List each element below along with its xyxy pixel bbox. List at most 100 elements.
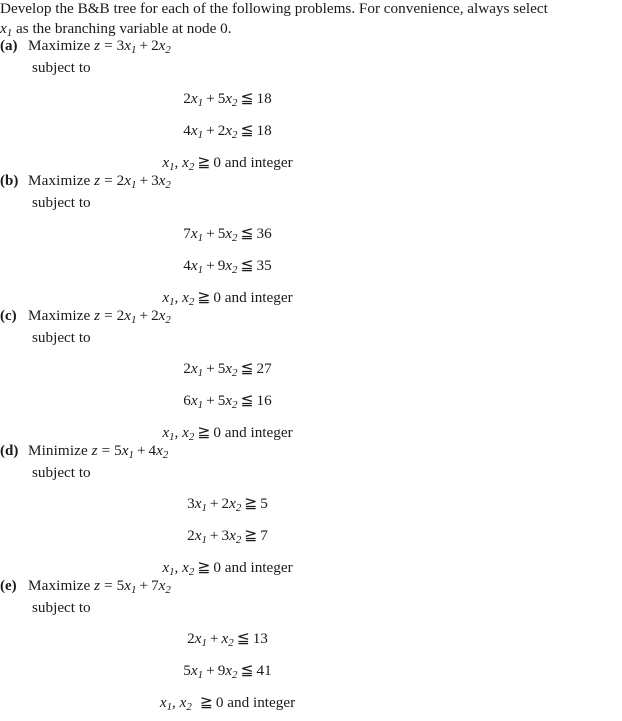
nonneg-variable-2-symbol: x — [182, 289, 189, 307]
objective-verb: Maximize — [28, 577, 91, 594]
term-2-variable: x2 — [159, 307, 171, 327]
objective-plus: + — [136, 442, 146, 459]
term-1-coefficient: 7 — [183, 225, 191, 242]
objective-verb: Maximize — [28, 172, 91, 189]
constraint-relation: ≦ — [240, 90, 254, 107]
term-1-coefficient: 4 — [183, 257, 191, 275]
term-1-variable: x1 — [191, 122, 203, 141]
term-2: 5x2 — [218, 90, 238, 109]
subject-to-label: subject to — [32, 599, 91, 616]
term-2: x2 — [221, 630, 234, 650]
term-1: 5x1 — [183, 662, 203, 681]
term-1-coefficient: 6 — [183, 392, 191, 410]
objective-plus: + — [139, 307, 149, 324]
term-1: 2x1 — [183, 360, 203, 379]
term-2-variable-subscript: 2 — [232, 129, 238, 142]
term-1-variable-symbol: x — [190, 257, 198, 275]
term-2: 2x2 — [151, 307, 171, 327]
nonneg-relation: ≧ — [197, 559, 211, 577]
term-2-variable: x2 — [159, 577, 171, 597]
objective-row: (d) Minimize z = 5x1 +4x2 — [0, 441, 168, 465]
term-2-coefficient: 2 — [221, 495, 230, 512]
intro-variable-x: x — [0, 19, 7, 37]
nonneg-variable-2: x2 — [179, 694, 192, 713]
objective-equals: = — [104, 577, 113, 594]
nonneg-rhs: 0 and integer — [213, 559, 293, 577]
constraint-block: 7x1 +5x2 ≦ 36 4x1 +9x2 ≦ 35 x1, x2 ≧ 0 and integer — [0, 220, 455, 316]
nonneg-comma: , — [174, 154, 183, 172]
intro-line-2-rest: as the branching variable at node 0. — [12, 19, 232, 37]
constraint-line-1: 2x1 +5x2 ≦ 18 — [0, 85, 455, 117]
term-2-variable: x2 — [225, 90, 237, 109]
term-1: 3x1 — [117, 37, 137, 56]
term-2-variable: x2 — [225, 257, 238, 277]
term-2-variable-subscript: 2 — [232, 264, 238, 277]
constraint-plus: + — [206, 122, 215, 140]
term-2-coefficient: 2 — [151, 307, 159, 324]
term-1: 4x1 — [183, 122, 203, 141]
objective-row: (a) Maximize z = 3x1 +2x2 — [0, 36, 171, 60]
term-1-variable: x1 — [122, 442, 134, 461]
problem-label: (e) — [0, 578, 17, 594]
subject-to-label: subject to — [32, 464, 91, 481]
problem-a: (a) Maximize z = 3x1 +2x2 subject to 2x1 +5x2 ≦ 1… — [0, 36, 622, 173]
nonneg-variable-1: x1 — [162, 289, 174, 308]
constraint-block: 2x1 +5x2 ≦ 27 6x1 +5x2 ≦ 16 x1, x2 ≧ 0 and integer — [0, 355, 455, 451]
term-2-variable-subscript: 2 — [165, 314, 171, 327]
nonneg-variable-2: x2 — [182, 424, 194, 443]
nonneg-variable-1-symbol: x — [159, 694, 167, 712]
term-2-variable-subscript: 2 — [228, 637, 234, 650]
term-1-variable: x1 — [190, 257, 203, 276]
term-2: 9x2 — [218, 257, 238, 277]
term-2-variable-symbol: x — [229, 495, 236, 512]
constraint-rhs: 7 — [260, 527, 268, 545]
term-2-variable-subscript: 2 — [165, 584, 171, 597]
term-1-coefficient: 2 — [187, 630, 195, 647]
constraint-rhs: 16 — [256, 392, 272, 410]
term-1-variable: x1 — [195, 495, 207, 514]
term-2-variable-symbol: x — [156, 442, 163, 459]
term-2-variable-subscript: 2 — [165, 179, 171, 192]
term-2-coefficient: 2 — [151, 37, 159, 54]
objective-plus: + — [139, 172, 149, 189]
term-2: 5x2 — [218, 225, 238, 244]
objective-equals: = — [104, 37, 113, 54]
term-2-variable: x2 — [159, 37, 171, 57]
nonneg-variable-2-symbol: x — [179, 694, 187, 712]
constraint-plus: + — [206, 360, 215, 377]
term-1-variable-symbol: x — [190, 662, 198, 680]
nonneg-rhs: 0 and integer — [213, 289, 293, 307]
problem-label: (d) — [0, 443, 19, 459]
constraint-rhs: 13 — [252, 630, 268, 647]
term-2: 5x2 — [218, 392, 238, 411]
constraint-line-1: 3x1 +2x2 ≧ 5 — [0, 490, 455, 522]
constraint-line-2: 4x1 +2x2 ≦ 18 — [0, 117, 455, 149]
constraint-plus: + — [206, 662, 215, 680]
nonneg-variable-1: x1 — [162, 559, 174, 578]
nonneg-variable-2: x2 — [182, 559, 194, 578]
nonneg-relation: ≧ — [199, 694, 213, 712]
constraint-rhs: 27 — [256, 360, 272, 377]
term-1-variable: x1 — [191, 360, 203, 379]
nonneg-comma: , — [174, 424, 183, 442]
term-2: 9x2 — [218, 662, 238, 681]
term-1: 2x1 — [183, 90, 203, 109]
term-1: 4x1 — [183, 257, 203, 276]
constraint-plus: + — [206, 225, 215, 242]
term-1: 5x1 — [114, 442, 134, 461]
term-2-variable-subscript: 2 — [165, 44, 171, 57]
constraint-line-2: 6x1 +5x2 ≦ 16 — [0, 387, 455, 419]
nonneg-variable-1: x1 — [162, 154, 174, 173]
term-1: 2x1 — [117, 172, 137, 191]
objective-row: (b) Maximize z = 2x1 +3x2 — [0, 171, 171, 195]
nonneg-variable-1: x1 — [159, 694, 172, 713]
term-2-variable-subscript: 2 — [232, 367, 238, 380]
term-2: 2x2 — [218, 122, 238, 142]
constraint-relation: ≦ — [240, 257, 254, 275]
term-2-coefficient: 4 — [148, 442, 157, 459]
term-1-variable-symbol: x — [124, 172, 132, 189]
nonnegativity-line: x1, x2 ≧ 0 and integer — [0, 689, 455, 721]
term-1-variable-symbol: x — [124, 37, 132, 54]
constraint-block: 2x1 + x2 ≦ 13 5x1 +9x2 ≦ 41 x1, x2 ≧ 0 and integer — [0, 625, 455, 721]
constraint-plus: + — [209, 527, 219, 545]
